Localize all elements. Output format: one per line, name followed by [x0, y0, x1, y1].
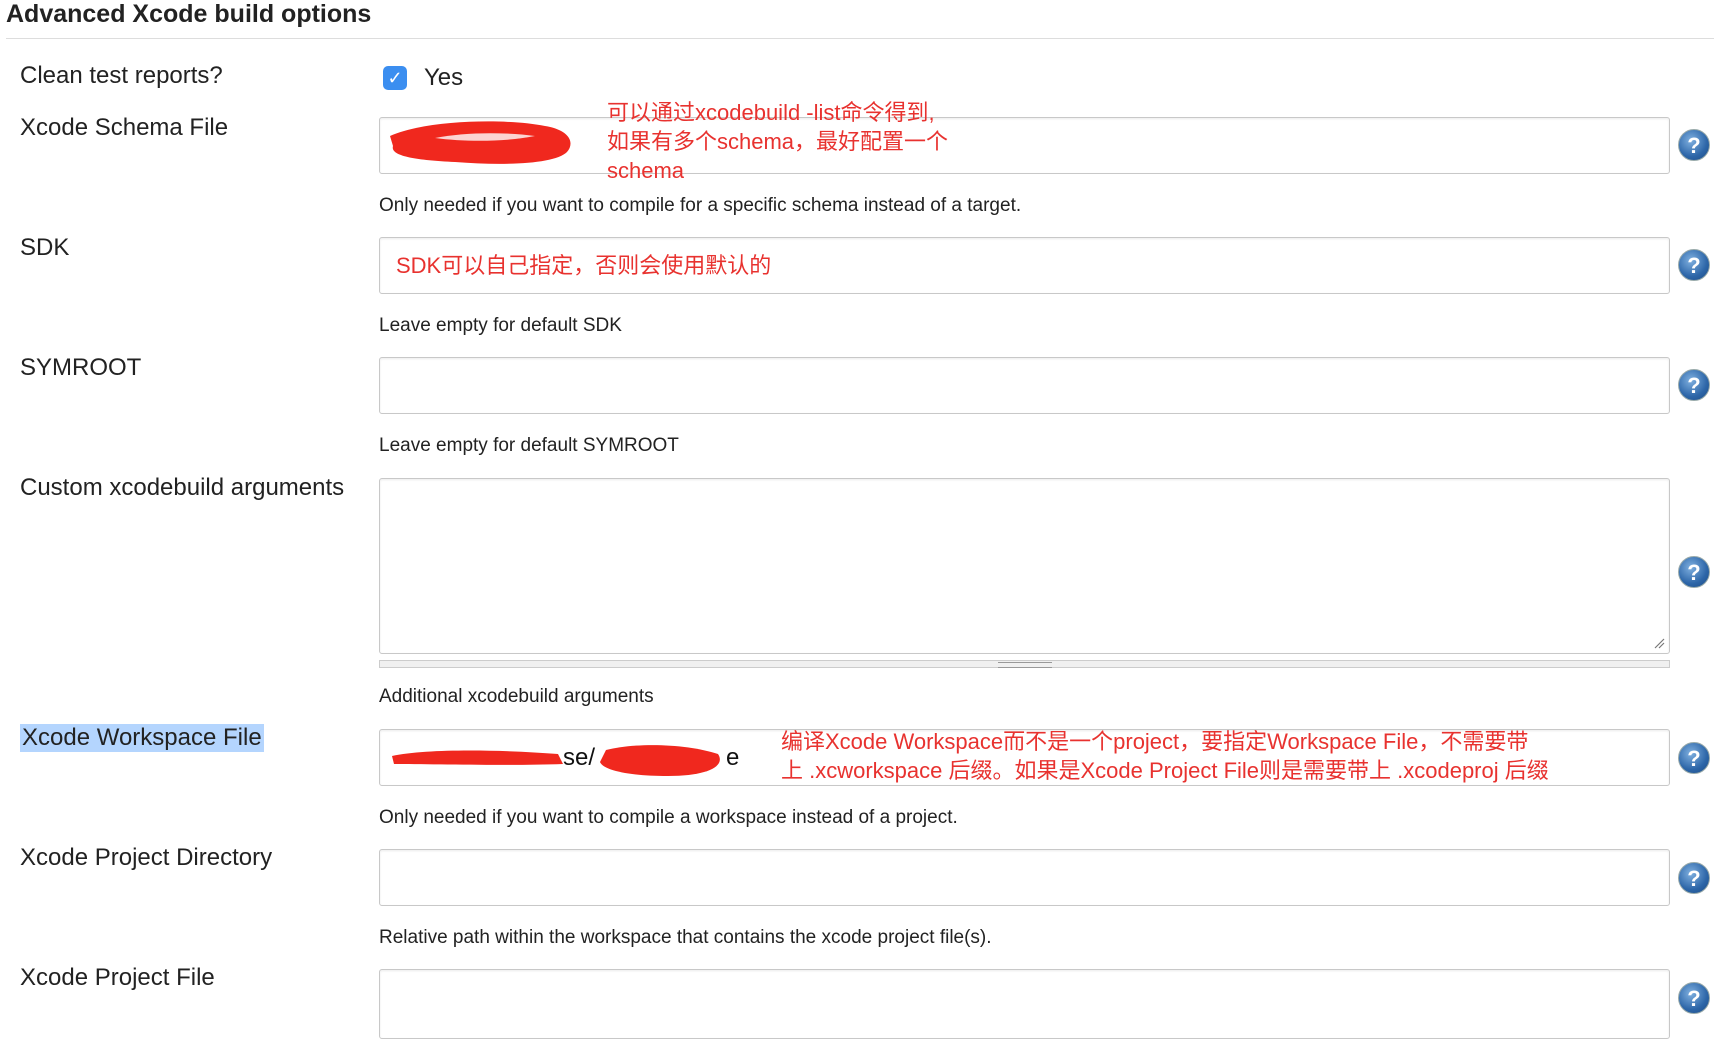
workspace-help-text: Only needed if you want to compile a wor… — [379, 807, 958, 828]
sdk-help-text: Leave empty for default SDK — [379, 315, 622, 336]
sdk-input-value: SDK可以自己指定，否则会使用默认的 — [396, 253, 772, 278]
schema-help-text: Only needed if you want to compile for a… — [379, 195, 1022, 216]
section-title: Advanced Xcode build options — [6, 0, 372, 28]
project-dir-input[interactable] — [379, 849, 1670, 906]
symroot-input[interactable] — [379, 357, 1670, 414]
custom-args-help-text: Additional xcodebuild arguments — [379, 686, 654, 707]
resize-handle-icon[interactable] — [1653, 637, 1665, 649]
project-file-label: Xcode Project File — [20, 964, 215, 991]
sdk-input[interactable]: SDK可以自己指定，否则会使用默认的 — [379, 237, 1670, 294]
divider — [6, 38, 1714, 39]
sdk-label: SDK — [20, 234, 70, 261]
redaction-scribble — [392, 745, 720, 776]
annotation-line: 如果有多个schema，最好配置一个 — [607, 129, 949, 154]
custom-args-help-icon[interactable]: ? — [1678, 556, 1710, 588]
redaction-scribble — [390, 121, 571, 164]
symroot-help-text: Leave empty for default SYMROOT — [379, 435, 679, 456]
grip-icon[interactable] — [998, 662, 1052, 668]
project-file-input[interactable] — [379, 969, 1670, 1039]
project-file-help-icon[interactable]: ? — [1678, 982, 1710, 1014]
annotation-line: 上 .xcworkspace 后缀。如果是Xcode Project File则… — [781, 758, 1549, 783]
workspace-value-fragment: e — [726, 744, 740, 771]
custom-args-label: Custom xcodebuild arguments — [20, 474, 345, 501]
symroot-help-icon[interactable]: ? — [1678, 369, 1710, 401]
symroot-label: SYMROOT — [20, 354, 142, 381]
schema-help-icon[interactable]: ? — [1678, 129, 1710, 161]
clean-test-reports-checkbox[interactable]: ✓ — [383, 66, 407, 90]
workspace-help-icon[interactable]: ? — [1678, 742, 1710, 774]
workspace-annotation: 编译Xcode Workspace而不是一个project，要指定Workspa… — [781, 727, 1549, 785]
annotation-line: 可以通过xcodebuild -list命令得到, — [607, 100, 935, 125]
annotation-line: 编译Xcode Workspace而不是一个project，要指定Workspa… — [781, 729, 1529, 754]
clean-test-reports-yes-label[interactable]: Yes — [424, 64, 463, 92]
project-dir-help-icon[interactable]: ? — [1678, 862, 1710, 894]
annotation-line: schema — [607, 158, 685, 183]
workspace-label: Xcode Workspace File — [20, 724, 264, 752]
project-dir-label: Xcode Project Directory — [20, 844, 273, 871]
clean-test-reports-label: Clean test reports? — [20, 62, 223, 89]
checkmark-icon: ✓ — [387, 68, 403, 88]
project-dir-help-text: Relative path within the workspace that … — [379, 927, 992, 948]
custom-args-textarea[interactable] — [379, 478, 1670, 654]
schema-annotation: 可以通过xcodebuild -list命令得到, 如果有多个schema，最好… — [607, 98, 948, 185]
sdk-help-icon[interactable]: ? — [1678, 249, 1710, 281]
schema-label: Xcode Schema File — [20, 114, 229, 141]
